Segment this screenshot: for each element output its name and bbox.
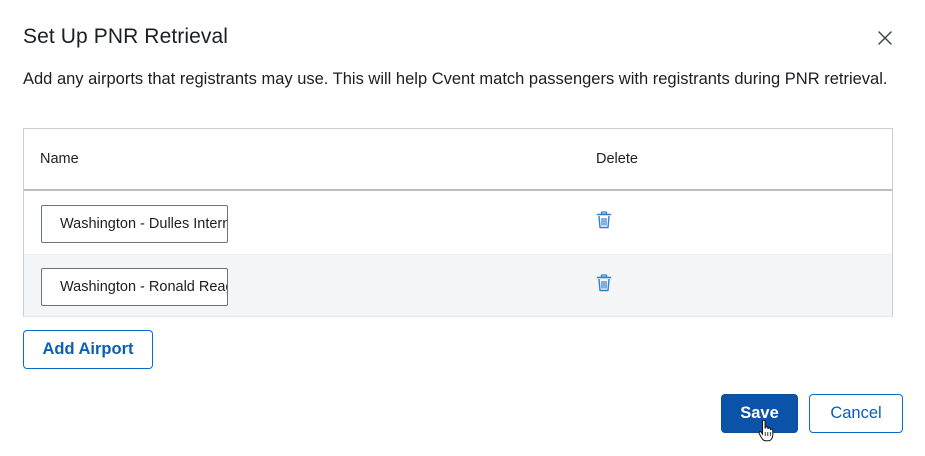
close-icon (878, 31, 892, 45)
pnr-retrieval-dialog: Set Up PNR Retrieval Add any airports th… (0, 0, 925, 456)
column-header-name: Name (40, 151, 79, 167)
airport-name-input[interactable] (41, 268, 228, 306)
add-airport-button[interactable]: Add Airport (23, 330, 153, 369)
close-button[interactable] (874, 27, 896, 49)
airports-table: Name Delete (23, 128, 893, 317)
trash-icon (596, 274, 612, 292)
dialog-description: Add any airports that registrants may us… (23, 70, 888, 88)
cancel-button[interactable]: Cancel (809, 394, 903, 433)
column-header-delete: Delete (596, 151, 638, 167)
table-row (24, 192, 892, 254)
save-button[interactable]: Save (721, 394, 798, 433)
airport-name-input[interactable] (41, 205, 228, 243)
table-header: Name Delete (24, 129, 892, 191)
dialog-title: Set Up PNR Retrieval (23, 25, 229, 48)
trash-icon (596, 211, 612, 229)
delete-airport-button[interactable] (596, 274, 614, 294)
table-row (24, 254, 892, 316)
delete-airport-button[interactable] (596, 211, 614, 231)
